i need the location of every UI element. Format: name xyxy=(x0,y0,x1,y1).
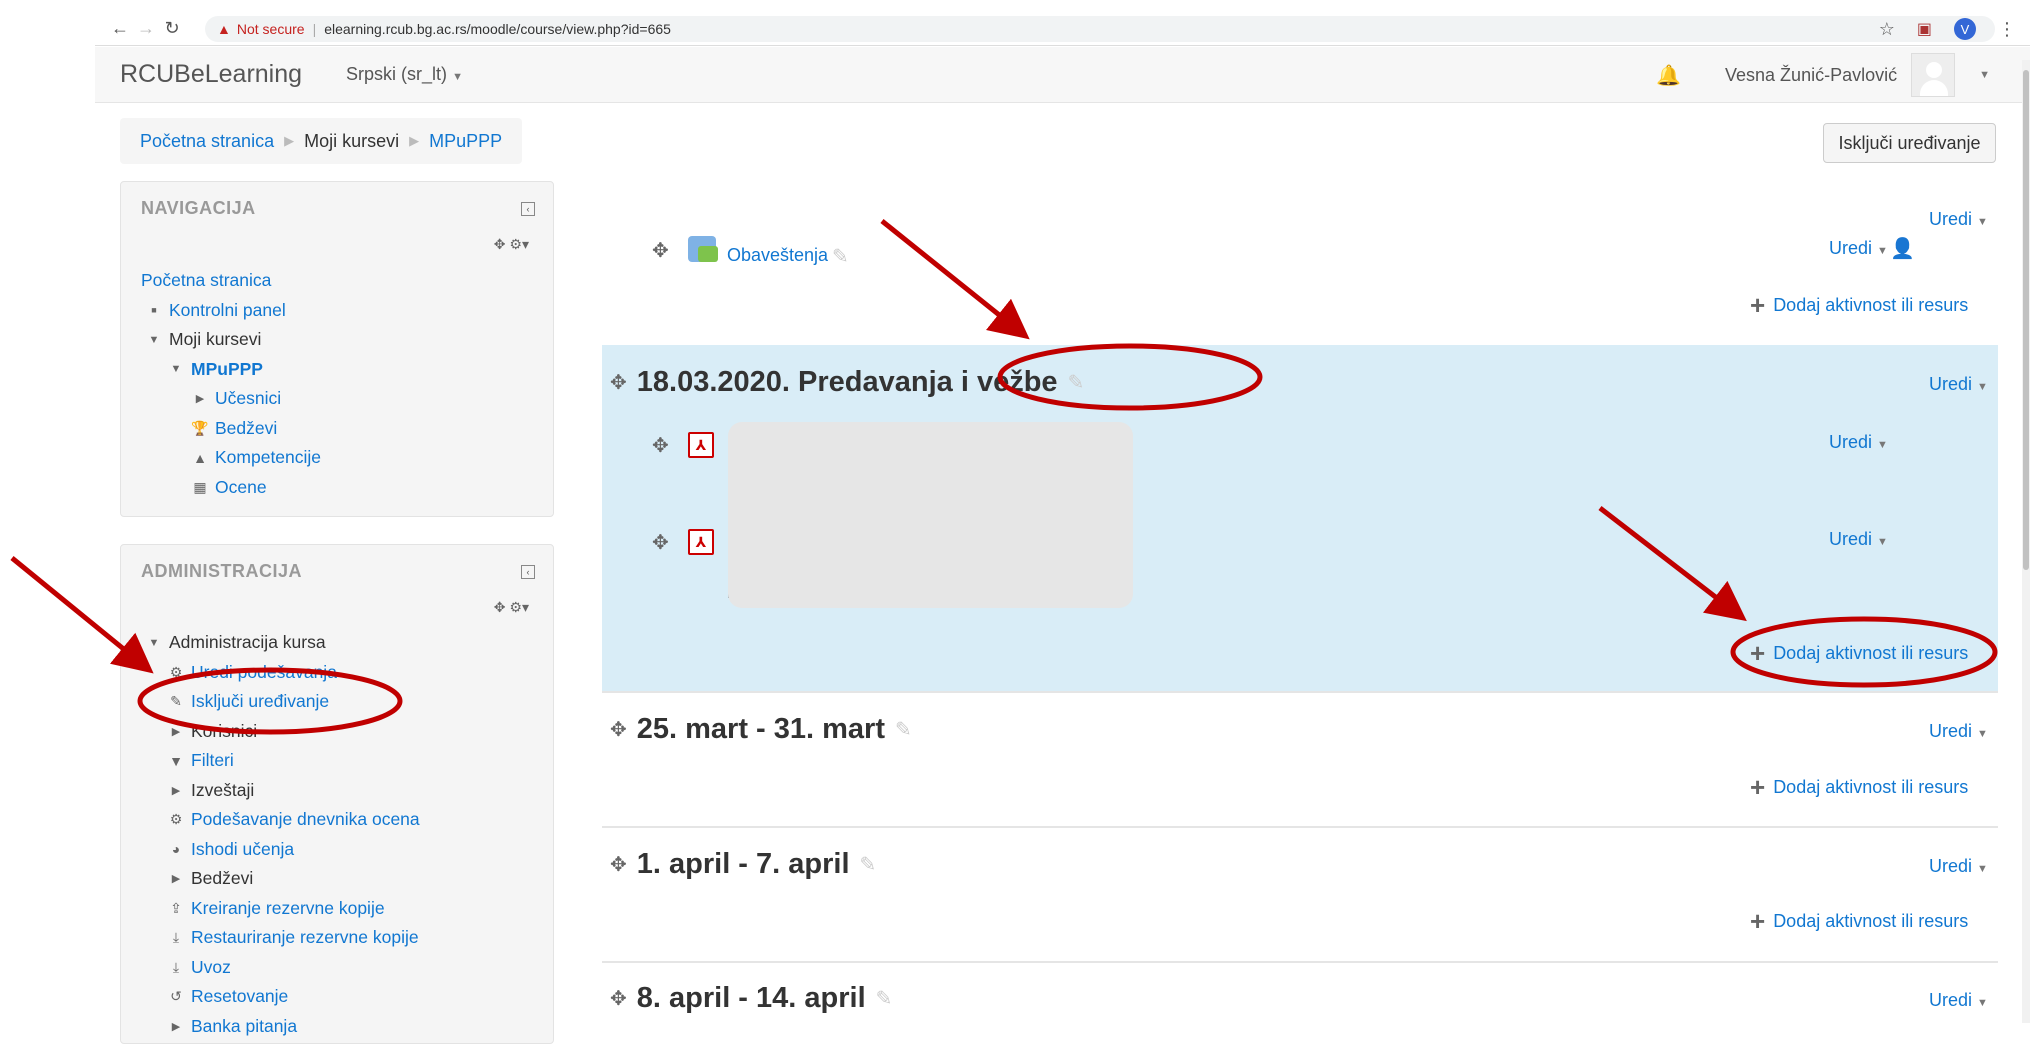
annotation-arrow xyxy=(880,219,1030,340)
annotation-circle xyxy=(997,343,1263,411)
annotation-overlay xyxy=(10,219,1998,735)
annotation-circle xyxy=(137,667,403,735)
annotation-arrow xyxy=(1598,506,1747,622)
annotation-arrow xyxy=(10,556,154,674)
annotation-circle xyxy=(1730,616,1998,688)
